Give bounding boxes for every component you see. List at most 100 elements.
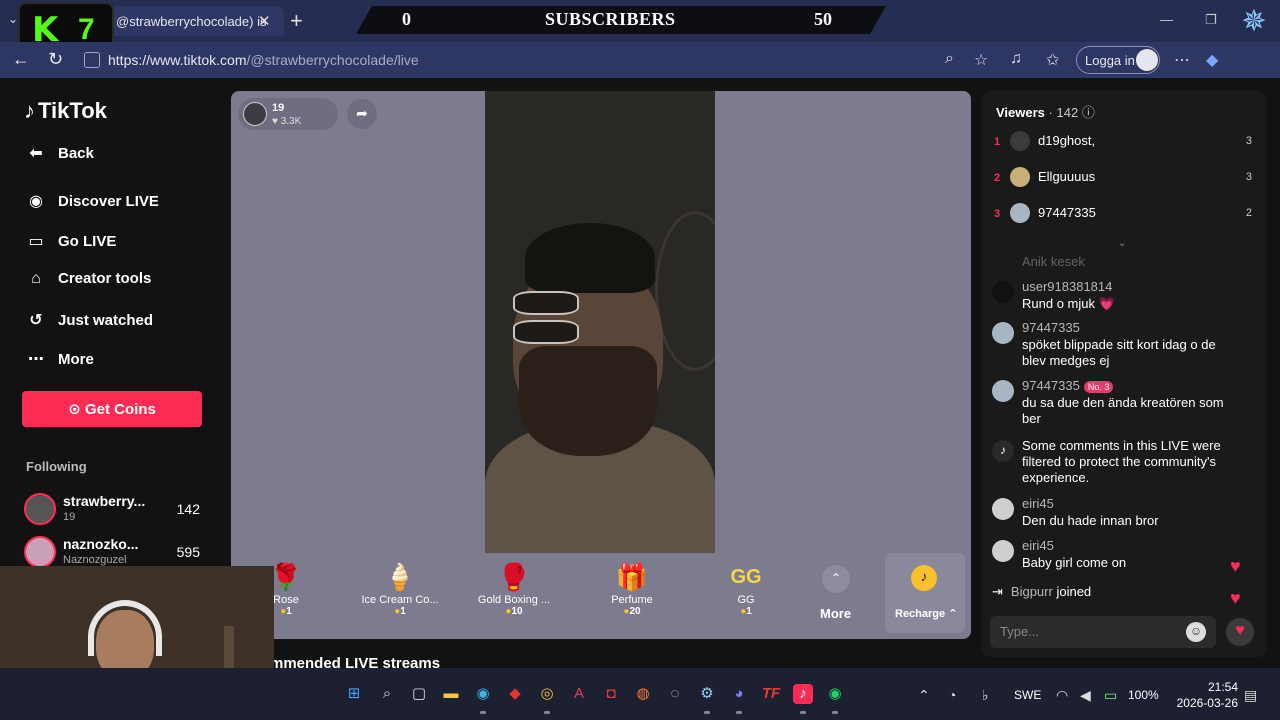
tiktok-logo[interactable]: ♪ TikTok [24, 98, 107, 124]
task-view-icon[interactable]: ▢ [409, 684, 429, 704]
avatar [24, 536, 56, 568]
tray-chevron-icon[interactable]: ⌃ [918, 687, 930, 704]
tray-app-icon[interactable]: ◔ [948, 687, 956, 703]
shield-app-icon[interactable]: ◘ [601, 684, 621, 704]
file-explorer-icon[interactable]: ▬ [441, 684, 461, 704]
joined-text: joined [1056, 584, 1092, 599]
viewers-header[interactable]: Viewers · 142 ⓘ [996, 102, 1095, 121]
more-menu-icon[interactable]: ⋯ [1174, 50, 1190, 70]
restore-icon[interactable]: ❐ [1205, 12, 1217, 28]
gift-ice-cream[interactable]: 🍦 Ice Cream Co... ●1 [352, 562, 448, 617]
viewer-row[interactable]: 2 Ellguuuus 3 [994, 166, 1256, 192]
avatar[interactable] [992, 540, 1014, 562]
wifi-icon[interactable]: ◠ [1056, 687, 1068, 704]
tab-dropdown-icon[interactable]: ⌄ [8, 12, 18, 26]
volume-icon[interactable]: ◀ [1080, 687, 1091, 704]
more-gifts-button[interactable]: More [820, 606, 851, 621]
firefox-icon[interactable]: ◍ [633, 684, 653, 704]
favorite-star-icon[interactable]: ☆ [974, 50, 988, 70]
gift-name: Gold Boxing ... [477, 594, 551, 606]
gift-gold-boxing[interactable]: 🥊 Gold Boxing ... ●10 [466, 562, 562, 617]
battery-percent: 100% [1128, 688, 1159, 702]
tiktok-app-icon[interactable]: ♪ [793, 684, 813, 704]
chrome-icon[interactable]: ◎ [537, 684, 557, 704]
close-tab-icon[interactable]: ✕ [258, 12, 271, 30]
emoji-icon[interactable]: ☺ [1186, 622, 1206, 642]
avatar[interactable] [992, 380, 1014, 402]
avatar[interactable] [992, 322, 1014, 344]
heart-button-icon[interactable]: ♥ [1226, 618, 1254, 646]
clock-time[interactable]: 21:54 [1206, 680, 1238, 694]
gift-perfume[interactable]: 🎁 Perfume ●20 [584, 562, 680, 617]
new-tab-icon[interactable]: + [290, 8, 303, 34]
sidebar-item-more[interactable]: ⋯ More [24, 349, 94, 369]
notifications-icon[interactable]: ▤ [1244, 687, 1257, 704]
avatar [1010, 203, 1030, 223]
chat-input[interactable]: Type... [990, 616, 1216, 648]
spotify-icon[interactable]: ◉ [825, 684, 845, 704]
clock-date[interactable]: 2026-03-26 [1174, 696, 1238, 710]
taskbar-indicator [704, 711, 710, 714]
host-avatar[interactable] [243, 102, 267, 126]
obs-icon[interactable]: ◌ [665, 684, 685, 704]
joined-username[interactable]: Bigpurr [1011, 584, 1053, 599]
gift-price: 20 [629, 606, 641, 617]
sidebar-item-label: Back [58, 145, 94, 162]
viewer-score: 3 [1245, 171, 1252, 183]
sidebar-item-discover-live[interactable]: ◉ Discover LIVE [24, 191, 159, 211]
avatar [24, 493, 56, 525]
get-coins-button[interactable]: ⊙ Get Coins [22, 391, 202, 427]
battery-icon[interactable]: ▭ [1104, 687, 1117, 704]
avatar[interactable] [992, 498, 1014, 520]
chat-username[interactable]: eiri45 [1022, 496, 1054, 511]
chat-username[interactable]: 97447335 [1022, 320, 1080, 335]
copilot-icon[interactable]: ◆ [1206, 50, 1218, 70]
site-info-icon[interactable] [84, 52, 100, 68]
back-nav-icon[interactable]: ← [12, 49, 30, 70]
chat-username-row[interactable]: 97447335 No. 3 [1022, 378, 1114, 393]
back-arrow-icon: ⬅ [29, 145, 43, 162]
sidebar-item-just-watched[interactable]: ↺ Just watched [24, 310, 153, 330]
steam-icon[interactable]: ⚙ [697, 684, 717, 704]
chevron-down-icon[interactable]: ⌄ [1118, 238, 1126, 249]
favorites-icon[interactable]: ✩ [1046, 50, 1059, 70]
chevron-up-icon[interactable]: ⌃ [822, 565, 850, 593]
login-label: Logga in [1085, 53, 1135, 68]
tf-app-icon[interactable]: TF [761, 684, 781, 704]
avatar[interactable] [992, 281, 1014, 303]
discord-icon[interactable]: ◕ [729, 684, 749, 704]
sub-goal-target: 50 [814, 9, 832, 29]
chat-text: Rund o mjuk 💗 [1022, 296, 1115, 311]
search-icon[interactable]: ⌕ [377, 684, 397, 704]
stream-video[interactable] [485, 91, 715, 553]
refresh-icon[interactable]: ↻ [48, 49, 63, 70]
gift-gg[interactable]: GG GG ●1 [698, 562, 794, 617]
url-field[interactable]: https://www.tiktok.com/@strawberrychocol… [108, 52, 419, 68]
microphone-icon[interactable]: ♭ [982, 687, 989, 704]
viewer-row[interactable]: 3 97447335 2 [994, 202, 1256, 228]
chat-username: 97447335 [1022, 378, 1080, 393]
app-red-icon[interactable]: ◆ [505, 684, 525, 704]
viewer-score: 2 [1245, 207, 1252, 219]
sidebar-item-back[interactable]: ⬅ Back [24, 143, 94, 163]
share-icon[interactable]: ➦ [347, 99, 377, 129]
viewer-row[interactable]: 1 d19ghost, 3 [994, 130, 1256, 156]
minimize-icon[interactable]: — [1160, 12, 1173, 27]
recharge-label[interactable]: Recharge ⌃ [895, 607, 957, 620]
edge-icon[interactable]: ◉ [473, 684, 493, 704]
following-name: strawberry... [63, 493, 146, 509]
sidebar-item-creator-tools[interactable]: ⌂ Creator tools [24, 270, 151, 288]
windows-start-icon[interactable]: ⊞ [344, 684, 364, 704]
sidebar-item-go-live[interactable]: ▭ Go LIVE [24, 231, 116, 251]
gift-name: Perfume [611, 594, 653, 606]
chat-username[interactable]: eiri45 [1022, 538, 1054, 553]
profile-avatar-icon[interactable] [1136, 49, 1158, 71]
following-item[interactable]: strawberry... 19 142 [22, 493, 212, 529]
chat-username[interactable]: user918381814 [1022, 279, 1112, 294]
zoom-icon[interactable]: ⌕ [945, 50, 954, 68]
perfume-icon: 🎁 [615, 562, 649, 592]
language-indicator[interactable]: SWE [1014, 688, 1041, 702]
beard [519, 346, 657, 456]
media-icon[interactable]: ♫ [1010, 50, 1022, 68]
acrobat-icon[interactable]: A [569, 684, 589, 704]
